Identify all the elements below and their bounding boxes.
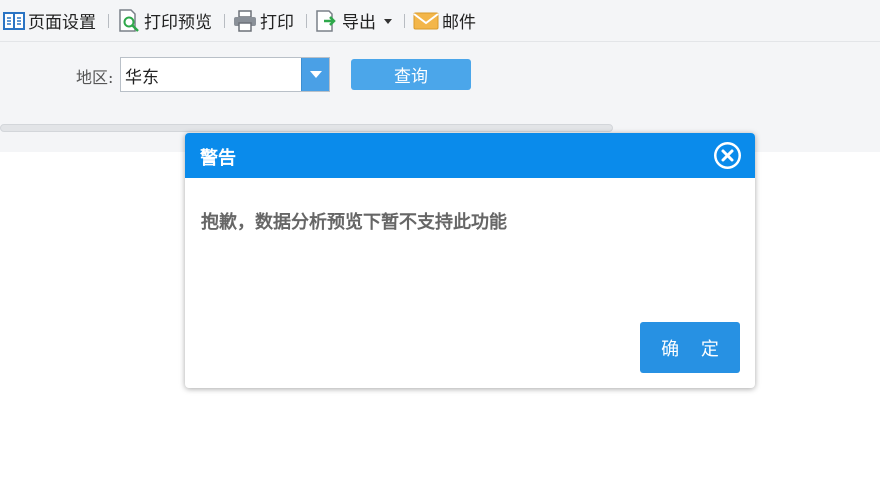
region-combobox[interactable]: 华东 xyxy=(120,57,330,92)
export-icon xyxy=(315,9,339,33)
mail-button[interactable]: 邮件 xyxy=(413,0,476,42)
print-button[interactable]: 打印 xyxy=(233,0,294,42)
warning-dialog: 警告 抱歉，数据分析预览下暂不支持此功能 确 定 xyxy=(185,133,755,388)
print-label: 打印 xyxy=(260,13,294,33)
dropdown-toggle[interactable] xyxy=(301,58,329,91)
page-setup-button[interactable]: 页面设置 xyxy=(3,0,96,42)
toolbar-separator xyxy=(306,13,307,28)
toolbar-separator xyxy=(108,13,109,28)
toolbar: 页面设置 打印预览 打印 导出 邮件 xyxy=(0,0,880,42)
ok-button[interactable]: 确 定 xyxy=(640,322,740,373)
region-value[interactable]: 华东 xyxy=(125,63,159,88)
chevron-down-icon xyxy=(309,71,322,78)
horizontal-scrollbar[interactable] xyxy=(0,124,613,132)
close-button[interactable] xyxy=(714,142,741,169)
export-label: 导出 xyxy=(342,13,376,33)
mail-icon xyxy=(413,11,439,31)
print-preview-label: 打印预览 xyxy=(144,13,212,33)
export-menu-button[interactable]: 导出 xyxy=(315,0,392,42)
chevron-down-icon xyxy=(384,19,392,24)
print-preview-button[interactable]: 打印预览 xyxy=(117,0,212,42)
dialog-header: 警告 xyxy=(185,133,755,178)
page-setup-icon xyxy=(3,11,25,30)
printer-icon xyxy=(233,9,257,32)
toolbar-separator xyxy=(404,13,405,28)
region-label: 地区: xyxy=(76,68,114,87)
page-setup-label: 页面设置 xyxy=(28,13,96,33)
dialog-message: 抱歉，数据分析预览下暂不支持此功能 xyxy=(201,212,507,233)
close-icon xyxy=(714,142,741,169)
query-button[interactable]: 查询 xyxy=(351,59,471,90)
dialog-title: 警告 xyxy=(200,148,236,169)
toolbar-separator xyxy=(224,13,225,28)
print-preview-icon xyxy=(117,8,141,33)
mail-label: 邮件 xyxy=(442,13,476,33)
